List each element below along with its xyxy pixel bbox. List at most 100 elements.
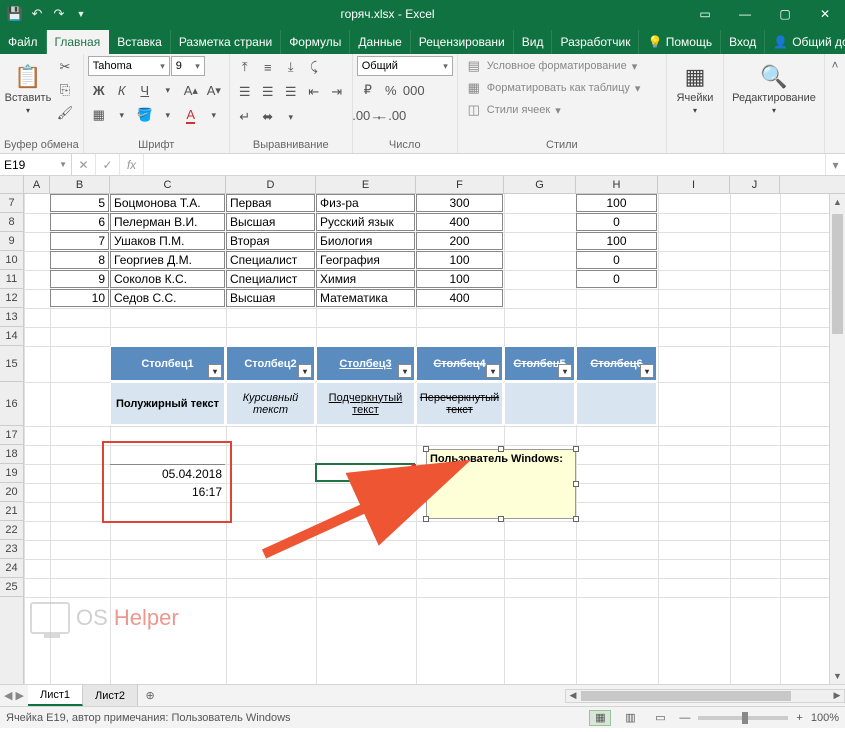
resize-handle[interactable]: [573, 516, 579, 522]
cells-button[interactable]: ▦Ячейки▾: [671, 56, 719, 122]
column-header[interactable]: B: [50, 176, 110, 193]
zoom-in-button[interactable]: +: [796, 712, 802, 724]
borders-button[interactable]: ▦: [88, 104, 110, 126]
tab-share[interactable]: 👤Общий доступ: [765, 30, 845, 54]
select-all-button[interactable]: [0, 176, 24, 193]
column-header[interactable]: H: [576, 176, 658, 193]
tab-data[interactable]: Данные: [350, 30, 410, 54]
cell[interactable]: 100: [576, 232, 657, 250]
cell[interactable]: 200: [416, 232, 503, 250]
tab-view[interactable]: Вид: [514, 30, 553, 54]
horizontal-scrollbar[interactable]: ◀ ▶: [565, 689, 845, 703]
tab-developer[interactable]: Разработчик: [552, 30, 639, 54]
tab-login[interactable]: Вход: [721, 30, 765, 54]
row-header[interactable]: 14: [0, 327, 23, 346]
orientation-button[interactable]: ⤹: [303, 56, 325, 78]
font-color-button[interactable]: A: [180, 104, 202, 126]
cell[interactable]: 100: [416, 251, 503, 269]
row-header[interactable]: 12: [0, 289, 23, 308]
cell[interactable]: 10: [50, 289, 109, 307]
decrease-indent-button[interactable]: ⇤: [303, 81, 325, 103]
cell[interactable]: Специалист: [226, 270, 315, 288]
column-header[interactable]: J: [730, 176, 780, 193]
save-icon[interactable]: 💾: [6, 5, 24, 23]
cell[interactable]: 7: [50, 232, 109, 250]
scroll-right-button[interactable]: ▶: [830, 690, 844, 702]
page-break-view-button[interactable]: ▭: [649, 710, 671, 726]
cell[interactable]: Вторая: [226, 232, 315, 250]
increase-indent-button[interactable]: ⇥: [326, 81, 348, 103]
cell[interactable]: Математика: [316, 289, 415, 307]
name-box[interactable]: E19▼: [0, 154, 72, 175]
sheet-tab-2[interactable]: Лист2: [83, 685, 138, 706]
table-header[interactable]: Столбец4▾: [416, 346, 503, 381]
tab-layout[interactable]: Разметка страни: [171, 30, 281, 54]
cell[interactable]: 100: [416, 270, 503, 288]
tab-review[interactable]: Рецензировани: [411, 30, 514, 54]
table-header[interactable]: Столбец2▾: [226, 346, 315, 381]
add-sheet-button[interactable]: ⊕: [138, 685, 162, 706]
conditional-format-button[interactable]: ▤Условное форматирование ▾: [462, 56, 645, 76]
underline-button[interactable]: Ч: [134, 79, 156, 101]
normal-view-button[interactable]: ▦: [589, 710, 611, 726]
cell[interactable]: Соколов К.С.: [110, 270, 225, 288]
cell[interactable]: Ушаков П.М.: [110, 232, 225, 250]
row-header[interactable]: 20: [0, 483, 23, 502]
column-header[interactable]: G: [504, 176, 576, 193]
expand-formula-button[interactable]: ▾: [825, 154, 845, 175]
enter-formula-button[interactable]: ✓: [96, 154, 120, 175]
zoom-slider[interactable]: [698, 716, 788, 720]
tab-formulas[interactable]: Формулы: [281, 30, 350, 54]
column-header[interactable]: A: [24, 176, 50, 193]
sheet-nav[interactable]: ◀ ▶: [0, 685, 28, 706]
row-header[interactable]: 23: [0, 540, 23, 559]
tab-help[interactable]: 💡 Помощь: [639, 30, 721, 54]
increase-font-button[interactable]: A▴: [180, 79, 202, 101]
filter-button[interactable]: ▾: [486, 364, 500, 378]
cell[interactable]: 05.04.2018: [110, 464, 225, 482]
align-left-button[interactable]: ☰: [234, 81, 256, 103]
row-header[interactable]: 9: [0, 232, 23, 251]
cell[interactable]: 0: [576, 213, 657, 231]
column-header[interactable]: F: [416, 176, 504, 193]
minimize-button[interactable]: ―: [725, 0, 765, 28]
row-header[interactable]: 25: [0, 578, 23, 597]
cell[interactable]: Седов С.С.: [110, 289, 225, 307]
comma-button[interactable]: 000: [403, 79, 425, 101]
zoom-value[interactable]: 100%: [811, 712, 839, 724]
format-painter-button[interactable]: 🖌: [54, 102, 76, 124]
page-layout-view-button[interactable]: ▥: [619, 710, 641, 726]
row-header[interactable]: 10: [0, 251, 23, 270]
resize-handle[interactable]: [498, 516, 504, 522]
decrease-decimal-button[interactable]: ←.00: [380, 104, 402, 126]
row-header[interactable]: 24: [0, 559, 23, 578]
cell[interactable]: Боцмонова Т.А.: [110, 194, 225, 212]
row-header[interactable]: 8: [0, 213, 23, 232]
tab-file[interactable]: Файл: [0, 30, 47, 54]
table-cell[interactable]: [504, 382, 575, 425]
resize-handle[interactable]: [423, 446, 429, 452]
cell[interactable]: 400: [416, 289, 503, 307]
fill-color-button[interactable]: 🪣: [134, 104, 156, 126]
table-cell[interactable]: Подчеркнутый текст: [316, 382, 415, 425]
filter-button[interactable]: ▾: [558, 364, 572, 378]
cell[interactable]: 0: [576, 251, 657, 269]
row-header[interactable]: 19: [0, 464, 23, 483]
currency-button[interactable]: ₽: [357, 79, 379, 101]
table-cell[interactable]: Перечеркнутый текст: [416, 382, 503, 425]
cell[interactable]: Биология: [316, 232, 415, 250]
resize-handle[interactable]: [573, 481, 579, 487]
align-center-button[interactable]: ☰: [257, 81, 279, 103]
scroll-down-button[interactable]: ▼: [830, 668, 845, 684]
column-header[interactable]: I: [658, 176, 730, 193]
cell[interactable]: Первая: [226, 194, 315, 212]
row-header[interactable]: 17: [0, 426, 23, 445]
wrap-text-button[interactable]: ↵: [234, 106, 256, 128]
cell[interactable]: 0: [576, 270, 657, 288]
cell[interactable]: 100: [576, 194, 657, 212]
editing-button[interactable]: 🔍Редактирование▾: [728, 56, 820, 122]
cell[interactable]: Русский язык: [316, 213, 415, 231]
hscroll-thumb[interactable]: [581, 691, 791, 701]
collapse-ribbon-button[interactable]: ˄: [825, 54, 845, 153]
cell[interactable]: Георгиев Д.М.: [110, 251, 225, 269]
